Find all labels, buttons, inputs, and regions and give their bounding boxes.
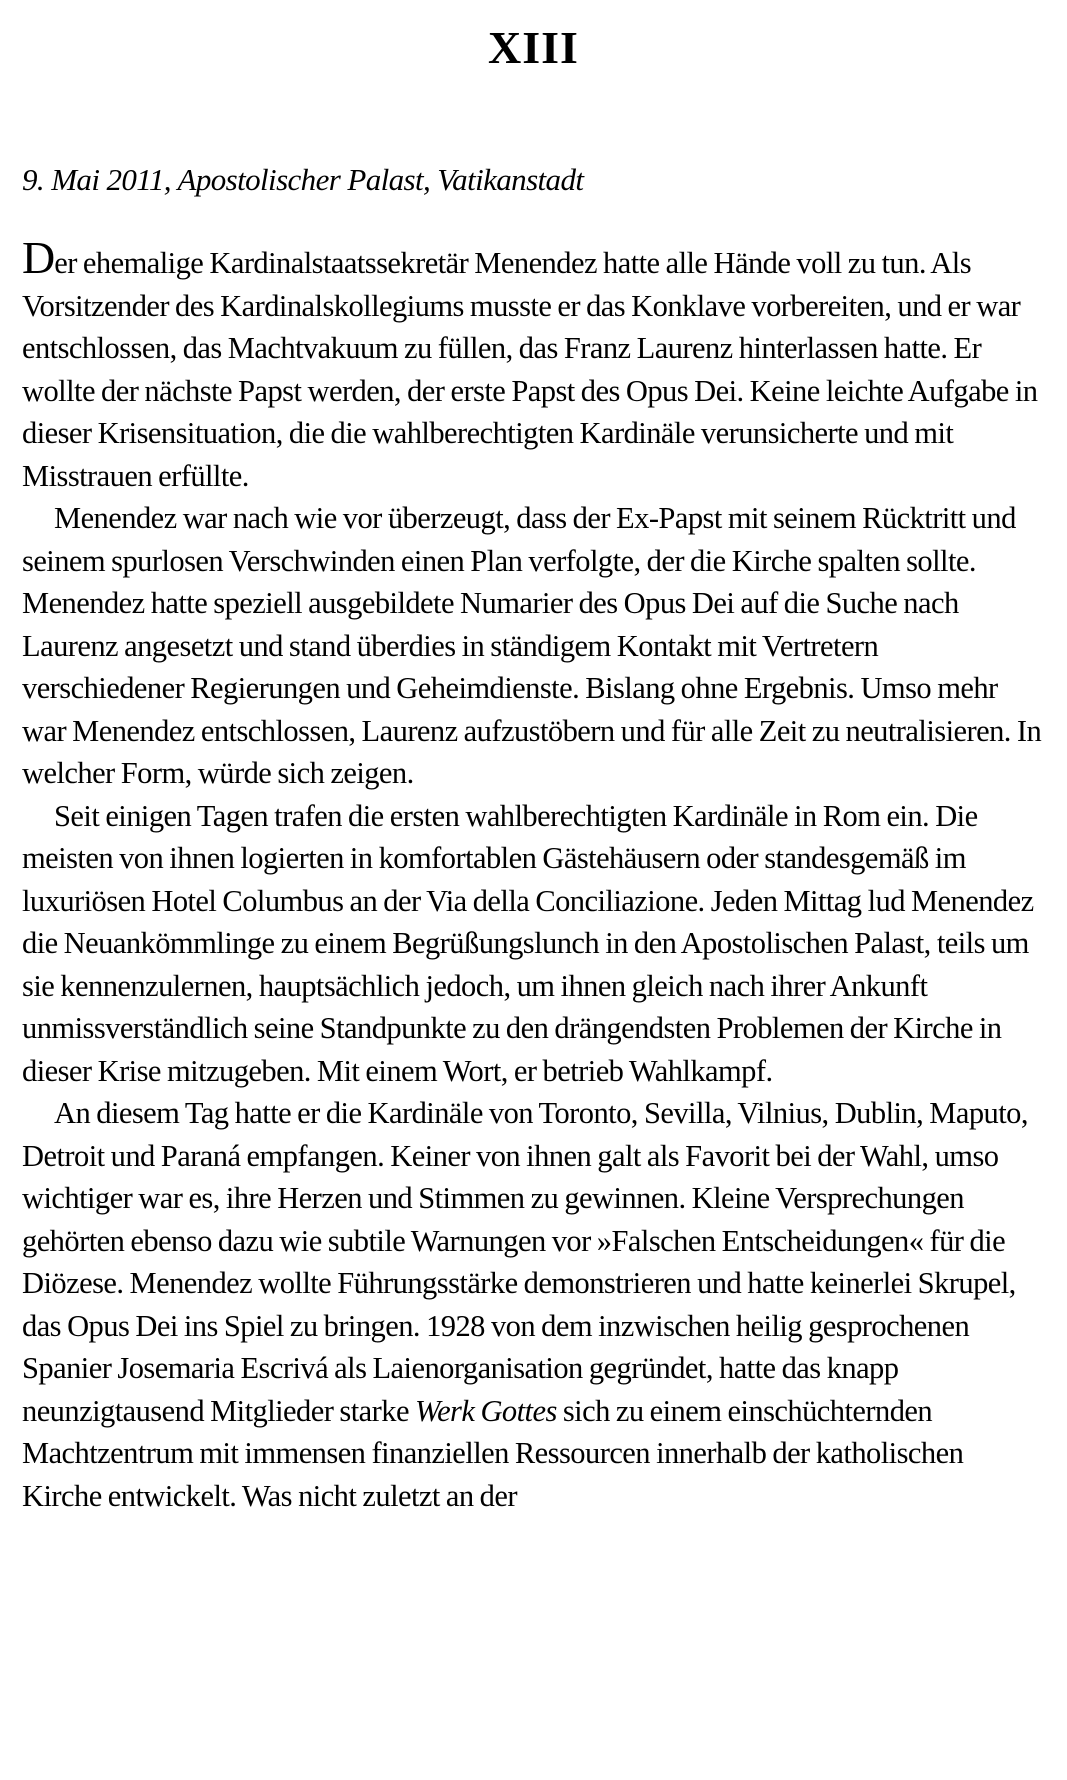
paragraph-1-text: er ehemalige Kardinalstaatssekretär Mene… [22,246,1038,493]
book-page: XIII 9. Mai 2011, Apostolischer Palast, … [0,0,1067,1780]
paragraph-2: Menendez war nach wie vor überzeugt, das… [22,501,1042,790]
dateline: 9. Mai 2011, Apostolischer Palast, Vatik… [22,162,584,197]
paragraph-1: Der ehemalige Kardinalstaatssekretär Men… [22,235,1042,497]
paragraph-4-emphasis: Werk Gottes [415,1393,557,1428]
chapter-number: XIII [488,22,579,73]
paragraph-4-text-before: An diesem Tag hatte er die Kardinäle von… [22,1096,1028,1428]
chapter-body: Der ehemalige Kardinalstaatssekretär Men… [22,235,1042,1517]
paragraph-3: Seit einigen Tagen trafen die ersten wah… [22,798,1034,1088]
drop-cap-initial: D [22,232,55,283]
paragraph-4: An diesem Tag hatte er die Kardinäle von… [22,1092,1042,1517]
